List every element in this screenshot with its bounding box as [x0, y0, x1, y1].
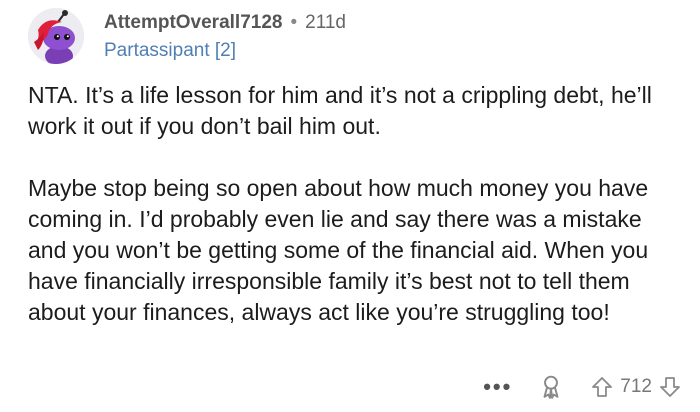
comment-age: 211d	[305, 12, 346, 33]
more-options-button[interactable]: •••	[483, 374, 512, 400]
upvote-arrow-icon[interactable]	[590, 375, 614, 399]
user-avatar[interactable]	[28, 8, 84, 64]
comment-meta: AttemptOverall7128 • 211d Partassipant […	[104, 12, 346, 62]
comment-body: NTA. It’s a life lesson for him and it’s…	[28, 80, 673, 359]
comment-header: AttemptOverall7128 • 211d Partassipant […	[28, 8, 346, 64]
vote-count: 712	[620, 376, 652, 397]
user-flair: Partassipant [2]	[104, 40, 237, 61]
snoo-avatar-icon	[28, 8, 84, 64]
username-link[interactable]: AttemptOverall7128	[104, 12, 282, 34]
meta-separator: •	[290, 12, 298, 33]
comment-actions: ••• 712	[483, 374, 682, 400]
award-icon[interactable]	[538, 374, 564, 400]
comment-paragraph: Maybe stop being so open about how much …	[28, 175, 649, 325]
downvote-arrow-icon[interactable]	[658, 375, 682, 399]
meta-line: AttemptOverall7128 • 211d	[104, 12, 346, 34]
comment-paragraph: NTA. It’s a life lesson for him and it’s…	[28, 82, 652, 139]
